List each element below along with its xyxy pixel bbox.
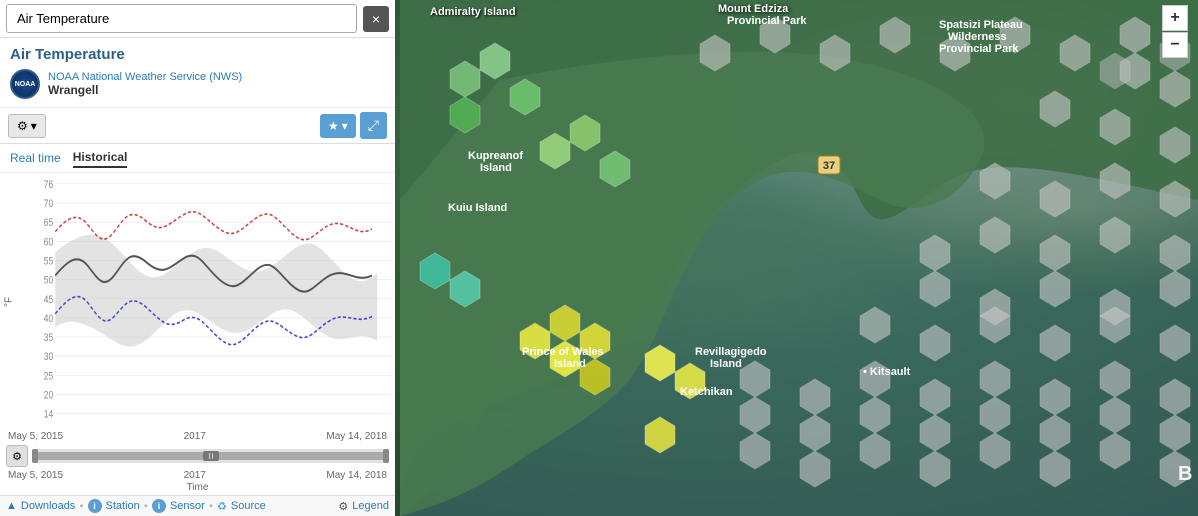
scrubber-right-handle[interactable] [383,449,389,463]
svg-text:Provincial Park: Provincial Park [939,43,1019,55]
date-end: May 14, 2018 [326,431,387,442]
sensor-link[interactable]: Sensor [170,500,205,512]
svg-text:Provincial Park: Provincial Park [727,15,807,27]
svg-text:Island: Island [710,358,742,370]
chart-date-labels: May 5, 2015 2017 May 14, 2018 [0,430,395,443]
scrubber-date-labels: May 5, 2015 2017 May 14, 2018 [0,469,395,482]
svg-text:Kuiu Island: Kuiu Island [448,202,507,214]
bottom-bar: ▲ Downloads • i Station • i Sensor • ♻ S… [0,495,395,516]
station-link[interactable]: Station [106,500,140,512]
toolbar: ⚙ ▾ ★ ▾ ⤢ [0,108,395,144]
svg-text:Mount Edziza: Mount Edziza [718,3,789,15]
svg-text:30: 30 [44,351,54,363]
downloads-link[interactable]: Downloads [21,500,75,512]
svg-text:Island: Island [554,358,586,370]
settings-button[interactable]: ⚙ ▾ [8,114,46,138]
date-start: May 5, 2015 [8,431,63,442]
date-mid: 2017 [184,431,206,442]
timeline-scrubber[interactable] [32,449,389,463]
svg-text:Wilderness: Wilderness [948,31,1007,43]
y-axis-label: °F [4,296,15,306]
separator-1: • [79,499,83,513]
svg-text:60: 60 [44,236,54,248]
scrubber-date-mid: 2017 [184,470,206,481]
svg-text:Revillagigedo: Revillagigedo [695,346,767,358]
noaa-logo: NOAA [10,69,40,99]
favorite-button[interactable]: ★ ▾ [320,114,356,138]
separator-3: • [209,499,213,513]
svg-text:Prince of Wales: Prince of Wales [522,346,604,358]
source-text: NOAA National Weather Service (NWS) Wran… [48,71,242,97]
source-row: NOAA NOAA National Weather Service (NWS)… [10,69,385,99]
dropdown-bar: Air TemperaturePrecipitationWind SpeedHu… [0,0,395,38]
map-zoom-controls: + − [1162,5,1188,58]
source-link-bottom[interactable]: Source [231,500,266,512]
tab-row: Real time Historical [0,144,395,173]
svg-text:20: 20 [44,390,54,402]
tab-historical[interactable]: Historical [73,148,128,168]
svg-text:45: 45 [44,294,54,306]
expand-button[interactable]: ⤢ [360,112,387,139]
scrubber-center-handle[interactable] [203,451,219,461]
source-recycle-icon: ♻ [217,500,227,513]
gear-dropdown-icon: ▾ [31,119,37,133]
station-info-icon: i [88,499,102,513]
separator-2: • [144,499,148,513]
map-svg: Admiralty Island Mount Edziza Provincial… [400,0,1198,516]
svg-text:50: 50 [44,275,54,287]
svg-text:35: 35 [44,332,54,344]
close-button[interactable]: × [363,6,389,32]
scrubber-date-end: May 14, 2018 [326,470,387,481]
svg-text:Ketchikan: Ketchikan [680,386,733,398]
legend-link[interactable]: Legend [352,500,389,512]
sensor-info-icon: i [152,499,166,513]
scrubber-left-handle[interactable] [32,449,38,463]
time-label: Time [0,482,395,495]
svg-text:Admiralty Island: Admiralty Island [430,6,516,18]
svg-text:B: B [1178,463,1192,485]
svg-text:76: 76 [44,179,53,191]
svg-text:• Kitsault: • Kitsault [863,366,911,378]
chart-container: °F 76 70 65 60 55 50 45 40 35 [0,173,395,430]
svg-text:40: 40 [44,313,54,325]
svg-text:25: 25 [44,370,54,382]
star-icon: ★ [328,119,339,133]
legend-gear-icon: ⚙ [338,500,348,513]
svg-text:Island: Island [480,162,512,174]
scrubber-date-start: May 5, 2015 [8,470,63,481]
zoom-out-button[interactable]: − [1162,32,1188,58]
layer-dropdown[interactable]: Air TemperaturePrecipitationWind SpeedHu… [6,4,357,33]
svg-text:Kupreanof: Kupreanof [468,150,523,162]
scrubber-row: ⚙ [0,443,395,469]
svg-text:55: 55 [44,256,54,268]
chart-svg: 76 70 65 60 55 50 45 40 35 30 [30,177,393,430]
left-panel: Air TemperaturePrecipitationWind SpeedHu… [0,0,395,516]
station-name: Wrangell [48,83,242,97]
source-link[interactable]: NOAA National Weather Service (NWS) [48,71,242,83]
scrubber-settings[interactable]: ⚙ [6,445,28,467]
zoom-in-button[interactable]: + [1162,5,1188,31]
station-info: Air Temperature NOAA NOAA National Weath… [0,38,395,108]
svg-text:Spatsizi Plateau: Spatsizi Plateau [939,19,1023,31]
svg-text:14: 14 [44,409,54,421]
star-dropdown-icon: ▾ [342,119,348,133]
svg-text:37: 37 [823,160,835,172]
gear-icon: ⚙ [17,119,28,133]
panel-title: Air Temperature [10,46,385,63]
tab-realtime[interactable]: Real time [10,149,61,167]
svg-text:65: 65 [44,217,54,229]
svg-text:70: 70 [44,198,54,210]
download-arrow-icon: ▲ [6,500,17,512]
